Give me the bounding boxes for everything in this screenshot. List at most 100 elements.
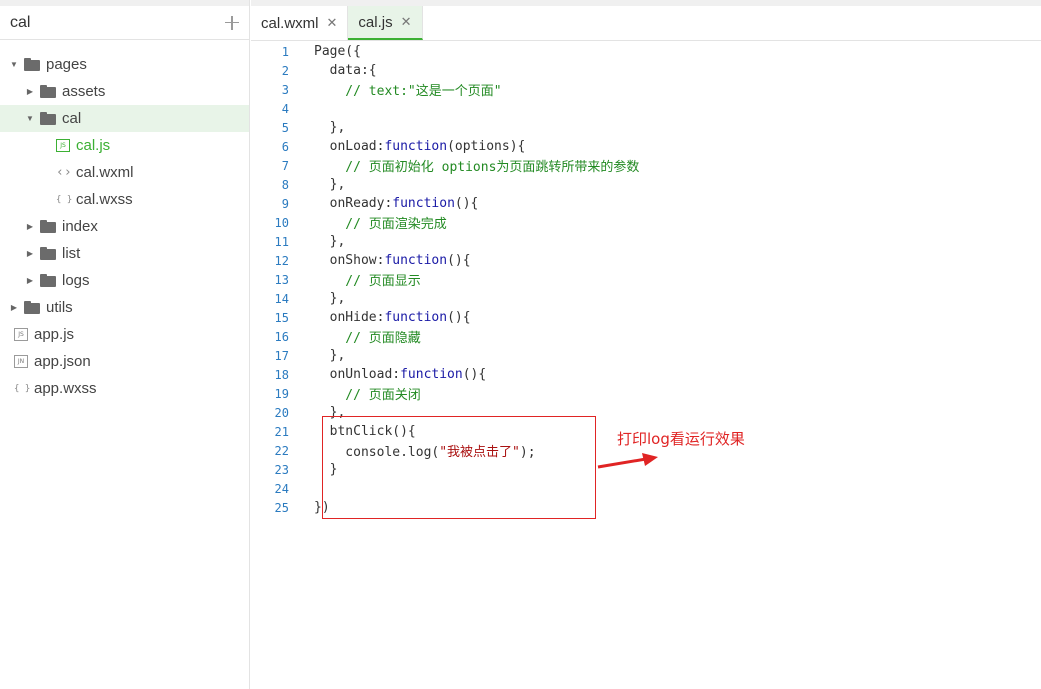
line-source: onShow:function(){ (289, 253, 471, 268)
line-number: 5 (281, 120, 289, 135)
add-file-icon[interactable] (225, 15, 239, 30)
annotation-highlight-box (322, 416, 596, 519)
line-source: data:{ (289, 63, 377, 78)
tree-item-cal-js[interactable]: JS cal.js (0, 132, 249, 159)
code-token: function (400, 367, 463, 382)
line-source: onHide:function(){ (289, 310, 471, 325)
line-number: 4 (281, 101, 289, 116)
tree-item-label: logs (62, 272, 90, 289)
code-token: // 页面渲染完成 (314, 217, 447, 232)
caret-right-icon[interactable]: ▶ (26, 276, 34, 285)
code-line: 2 data:{ (251, 61, 1041, 80)
line-source: }, (289, 177, 346, 192)
tree-item-label: pages (46, 56, 87, 73)
line-source: onReady:function(){ (289, 196, 479, 211)
code-line: 9 onReady:function(){ (251, 194, 1041, 213)
folder-open-icon (24, 58, 40, 71)
tree-item-pages[interactable]: ▼ pages (0, 51, 249, 78)
tree-item-label: list (62, 245, 81, 262)
tab-label: cal.wxml (261, 14, 319, 32)
line-source: }, (289, 348, 346, 363)
code-token: // 页面隐藏 (314, 331, 421, 346)
annotation-arrow-icon (597, 453, 658, 469)
line-number: 22 (274, 443, 289, 458)
code-line: 17 }, (251, 346, 1041, 365)
tree-item-label: app.wxss (34, 380, 97, 397)
tree-item-label: app.js (34, 326, 75, 343)
tree-item-index[interactable]: ▶ index (0, 213, 249, 240)
code-token: (){ (447, 310, 471, 325)
tree-item-label: cal.wxss (76, 191, 133, 208)
caret-right-icon[interactable]: ▶ (10, 303, 18, 312)
code-token: (){ (462, 367, 487, 382)
line-number: 17 (274, 348, 289, 363)
code-token: (options){ (447, 139, 526, 154)
line-number: 20 (274, 405, 289, 420)
tree-item-app-wxss[interactable]: { } app.wxss (0, 375, 249, 402)
line-source: Page({ (289, 44, 361, 59)
line-source: // 页面初始化 options为页面跳转所带来的参数 (289, 156, 639, 175)
code-line: 19 // 页面关闭 (251, 384, 1041, 404)
caret-down-icon[interactable]: ▼ (10, 60, 18, 69)
code-token: function (392, 196, 455, 211)
line-source: // 页面显示 (289, 270, 421, 289)
wxml-file-icon: ‹› (56, 165, 72, 180)
code-line: 1 Page({ (251, 42, 1041, 61)
code-token: (){ (447, 253, 471, 268)
explorer-header: cal (0, 0, 249, 40)
line-source: onUnload:function(){ (289, 367, 487, 382)
line-number: 9 (281, 196, 289, 211)
code-token: onShow: (314, 253, 385, 268)
code-editor: cal.wxml ✕ cal.js ✕ 1 Page({2 data:{3 // tex… (251, 0, 1041, 689)
code-token: onUnload: (314, 367, 401, 382)
project-title: cal (10, 13, 31, 31)
close-icon[interactable]: ✕ (327, 15, 338, 31)
tree-item-label: index (62, 218, 98, 235)
caret-down-icon[interactable]: ▼ (26, 114, 34, 123)
code-token: // 页面初始化 options为页面跳转所带来的参数 (314, 160, 640, 175)
tree-item-label: cal.js (76, 137, 111, 154)
folder-icon (40, 247, 56, 260)
close-icon[interactable]: ✕ (401, 14, 412, 30)
json-file-icon: JN (14, 355, 28, 368)
tree-item-assets[interactable]: ▶ assets (0, 78, 249, 105)
line-number: 24 (274, 481, 289, 496)
tab-cal-wxml[interactable]: cal.wxml ✕ (251, 6, 349, 40)
code-token: }, (314, 348, 346, 363)
code-line: 12 onShow:function(){ (251, 251, 1041, 270)
line-number: 21 (274, 424, 289, 439)
tree-item-cal-wxss[interactable]: { } cal.wxss (0, 186, 249, 213)
folder-icon (40, 220, 56, 233)
caret-right-icon[interactable]: ▶ (26, 222, 34, 231)
editor-tabbar: cal.wxml ✕ cal.js ✕ (251, 0, 1041, 41)
tree-item-label: assets (62, 83, 106, 100)
wxss-file-icon: { } (56, 194, 73, 205)
tree-item-logs[interactable]: ▶ logs (0, 267, 249, 294)
code-line: 15 onHide:function(){ (251, 308, 1041, 327)
line-source: // 页面渲染完成 (289, 213, 447, 232)
tree-item-label: app.json (34, 353, 91, 370)
line-number: 11 (274, 234, 289, 249)
tree-item-cal-wxml[interactable]: ‹› cal.wxml (0, 159, 249, 186)
tree-item-app-js[interactable]: JS app.js (0, 321, 249, 348)
code-token: onHide: (314, 310, 385, 325)
code-line: 4 (251, 99, 1041, 118)
code-line: 14 }, (251, 289, 1041, 308)
code-line: 3 // text:"这是一个页面" (251, 80, 1041, 100)
tree-item-cal[interactable]: ▼ cal (0, 105, 249, 132)
code-token: onLoad: (314, 139, 385, 154)
tab-cal-js[interactable]: cal.js ✕ (348, 6, 423, 40)
code-token: }, (314, 177, 346, 192)
caret-right-icon[interactable]: ▶ (26, 249, 34, 258)
line-number: 23 (274, 462, 289, 477)
folder-icon (40, 85, 56, 98)
line-source: }, (289, 234, 346, 249)
caret-right-icon[interactable]: ▶ (26, 87, 34, 96)
line-number: 18 (274, 367, 289, 382)
tree-item-app-json[interactable]: JN app.json (0, 348, 249, 375)
tree-item-list[interactable]: ▶ list (0, 240, 249, 267)
file-tree: ▼ pages ▶ assets ▼ cal JS cal.js ‹› cal.wxml{ } ca… (0, 51, 249, 402)
tree-item-utils[interactable]: ▶ utils (0, 294, 249, 321)
line-number: 2 (281, 63, 289, 78)
folder-open-icon (40, 112, 56, 125)
